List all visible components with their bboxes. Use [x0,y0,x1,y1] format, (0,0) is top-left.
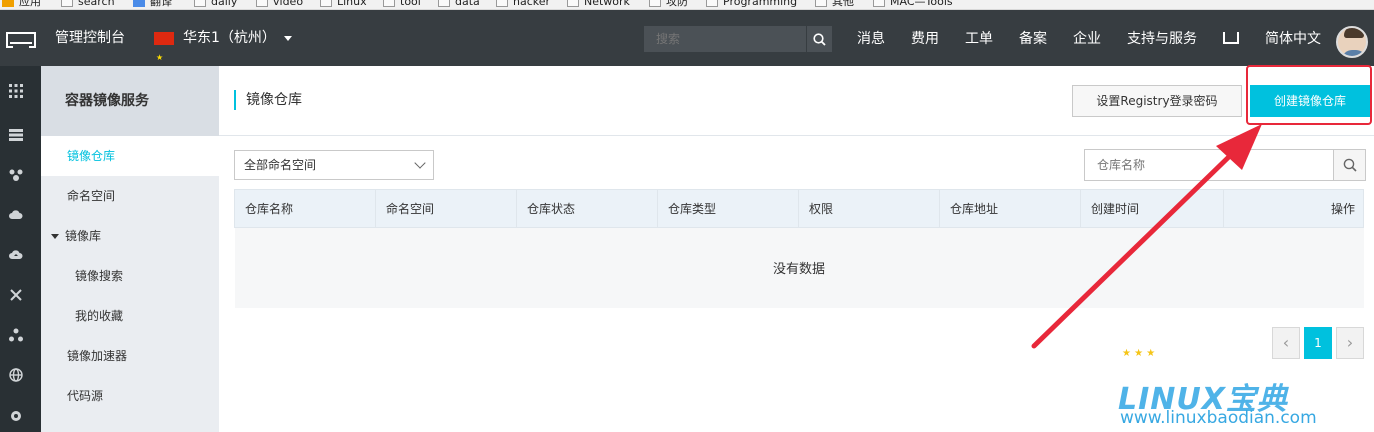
sidebar-item-namespaces[interactable]: 命名空间 [41,176,219,216]
global-search-input[interactable] [644,26,806,52]
sidebar-item-image-accelerator[interactable]: 镜像加速器 [41,336,219,376]
watermark-url: www.linuxbaodian.com [1120,408,1317,428]
language-selector[interactable]: 简体中文 [1265,28,1321,48]
grid-menu-icon[interactable] [9,84,23,98]
globe-icon[interactable] [9,368,23,382]
service-sidebar: 容器镜像服务 镜像仓库 命名空间 镜像库 镜像搜索 我的收藏 镜像加速器 代码源 [41,66,219,432]
bookmark-translate[interactable]: 翻译 [133,0,172,9]
bookmarks-bar: 应用 search 翻译 daily video Linux tool data… [0,0,1374,10]
column-actions: 操作 [1223,189,1364,228]
column-namespace: 命名空间 [375,189,517,228]
server-icon[interactable] [9,128,23,142]
content-header: 镜像仓库 设置Registry登录密码 创建镜像仓库 [219,65,1374,136]
sidebar-item-my-favorites[interactable]: 我的收藏 [41,296,219,336]
global-search [644,26,832,52]
chevron-down-icon [414,157,426,169]
sidebar-item-image-library-label: 镜像库 [65,229,102,243]
column-repo-status: 仓库状态 [516,189,658,228]
create-repository-button[interactable]: 创建镜像仓库 [1250,85,1370,117]
bookmark-data[interactable]: data [438,0,480,9]
sidebar-item-image-search[interactable]: 镜像搜索 [41,256,219,296]
bookmark-linux[interactable]: Linux [320,0,367,9]
network-icon[interactable] [9,168,23,182]
search-icon [1343,158,1357,172]
repository-search [1084,149,1366,181]
empty-state-text: 没有数据 [234,227,1364,308]
bookmark-video[interactable]: video [256,0,303,9]
top-navigation-bar: 管理控制台 华东1（杭州） 消息 费用 工单 备案 企业 支持与服务 简体中文 [0,10,1374,86]
column-created-time: 创建时间 [1080,189,1224,228]
search-button[interactable] [806,26,832,52]
region-label: 华东1（杭州） [183,30,276,46]
table-header-row: 仓库名称 命名空间 仓库状态 仓库类型 权限 仓库地址 创建时间 操作 [234,189,1364,228]
china-flag-icon [154,30,174,86]
sidebar-item-image-library[interactable]: 镜像库 [41,216,219,256]
region-selector[interactable]: 华东1（杭州） [154,10,292,86]
search-icon [813,32,826,46]
namespace-select-value: 全部命名空间 [244,158,317,172]
bookmark-apps[interactable]: 应用 [2,0,41,9]
top-nav-links: 消息 费用 工单 备案 企业 支持与服务 简体中文 [857,10,1347,66]
nav-billing[interactable]: 费用 [911,28,939,48]
nav-enterprise[interactable]: 企业 [1073,28,1101,48]
bookmark-search[interactable]: search [61,0,115,9]
product-icon-bar [0,66,41,432]
sidebar-title: 容器镜像服务 [41,66,219,136]
bookmark-tool[interactable]: tool [383,0,421,9]
avatar[interactable] [1336,26,1368,58]
namespace-select[interactable]: 全部命名空间 [234,150,434,180]
column-repo-address: 仓库地址 [939,189,1081,228]
repository-name-input[interactable] [1085,150,1333,180]
sidebar-item-code-source[interactable]: 代码源 [41,376,219,416]
cart-icon[interactable] [1223,32,1239,44]
monitor-icon[interactable] [9,408,23,422]
repository-table: 仓库名称 命名空间 仓库状态 仓库类型 权限 仓库地址 创建时间 操作 没有数据 [234,189,1364,308]
bookmark-other[interactable]: 其他 [815,0,854,9]
nav-messages[interactable]: 消息 [857,28,885,48]
bookmark-hacker[interactable]: hacker [496,0,550,9]
repository-search-button[interactable] [1333,150,1365,180]
bookmark-network[interactable]: Network [567,0,630,9]
cloud-upload-icon[interactable] [9,248,23,262]
column-permission: 权限 [798,189,940,228]
page-title: 镜像仓库 [234,90,302,110]
bookmark-programming[interactable]: Programming [706,0,797,9]
table-row: 没有数据 [234,227,1364,308]
set-registry-password-button[interactable]: 设置Registry登录密码 [1072,85,1242,117]
nav-tickets[interactable]: 工单 [965,28,993,48]
stars-icon: ★ ★ ★ [1122,348,1156,359]
column-repo-name: 仓库名称 [234,189,376,228]
cloud-icon[interactable] [9,208,23,222]
cluster-icon[interactable] [9,328,23,342]
nav-support[interactable]: 支持与服务 [1127,28,1197,48]
triangle-down-icon [51,234,59,239]
nav-icp-filing[interactable]: 备案 [1019,28,1047,48]
caret-down-icon [283,35,292,41]
column-repo-type: 仓库类型 [657,189,799,228]
aliyun-logo-icon[interactable] [0,10,41,66]
watermark: ★ ★ ★ LINUX宝典 www.linuxbaodian.com [1108,348,1370,432]
bookmark-daily[interactable]: daily [194,0,237,9]
console-link[interactable]: 管理控制台 [55,10,125,66]
bookmark-attack-defense[interactable]: 攻防 [649,0,688,9]
bookmark-mac-tools[interactable]: MAC—Tools [873,0,953,9]
sidebar-item-image-repositories[interactable]: 镜像仓库 [41,136,219,176]
cross-arrows-icon[interactable] [9,288,23,302]
